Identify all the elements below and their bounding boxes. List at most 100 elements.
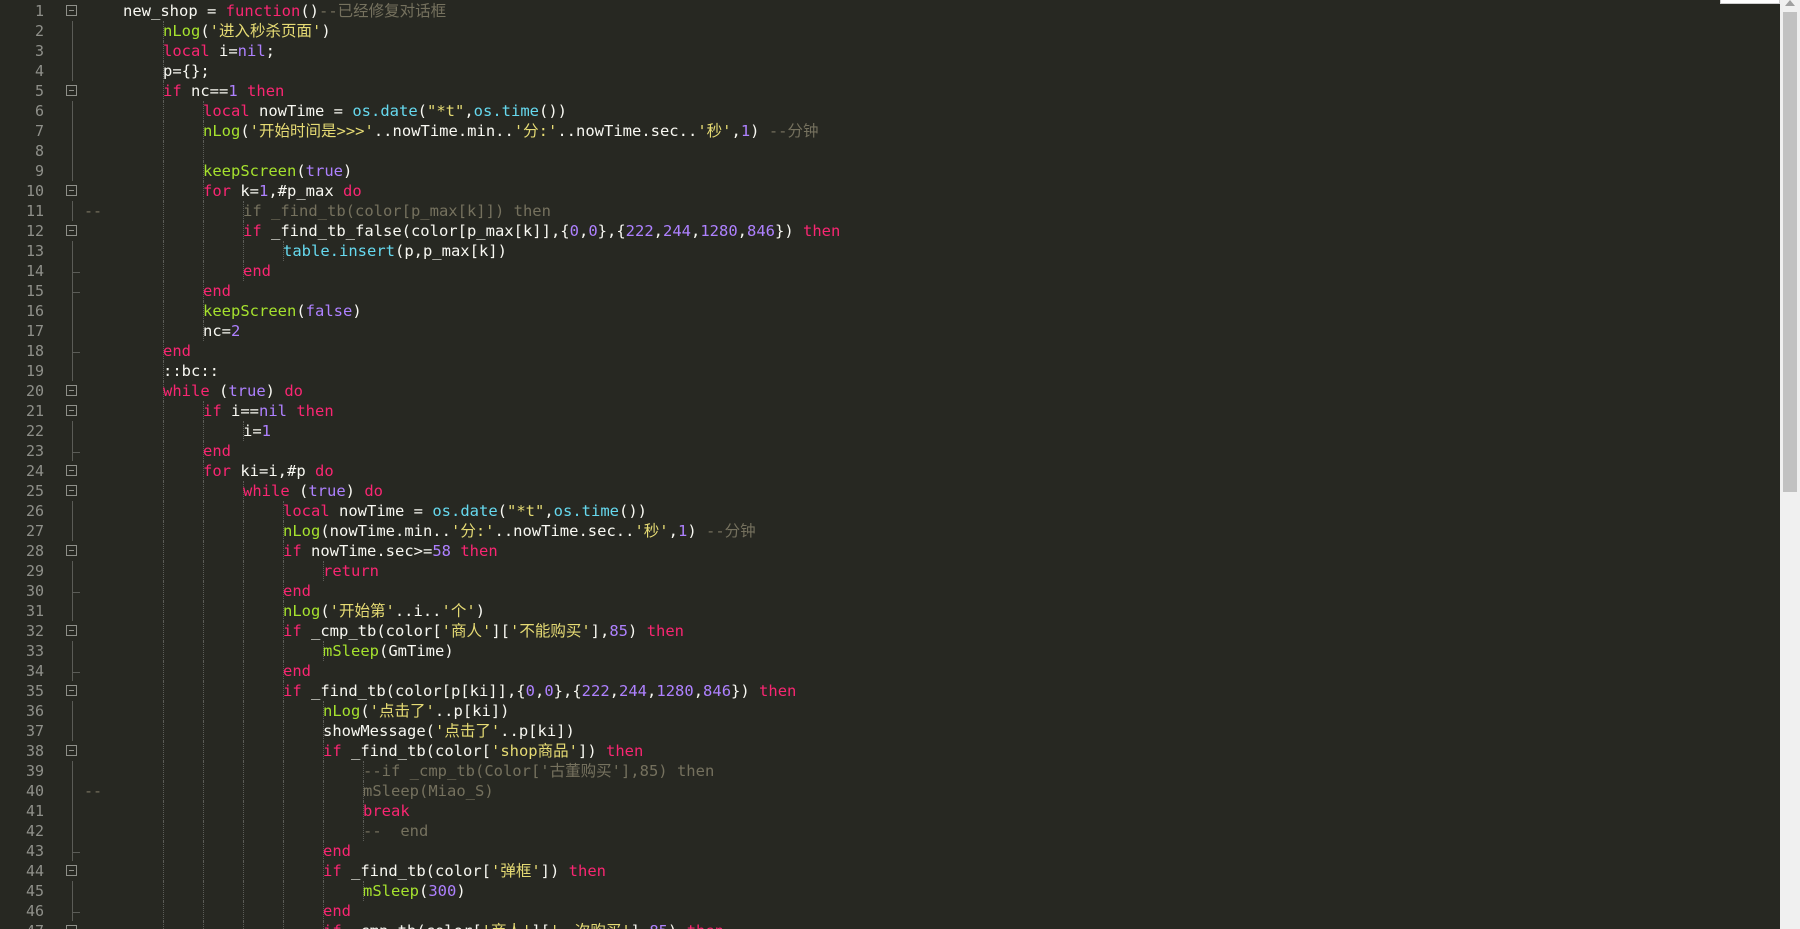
code-line[interactable]: if _cmp_tb(color['商人']['一次购买'],85) then	[323, 921, 724, 929]
code-token: nil	[259, 402, 287, 420]
code-line[interactable]: local i=nil;	[163, 41, 275, 61]
code-line[interactable]: table.insert(p,p_max[k])	[283, 241, 507, 261]
code-token: if	[163, 82, 182, 100]
code-line[interactable]: mSleep(300)	[363, 881, 466, 901]
code-line[interactable]: -- end	[363, 821, 428, 841]
code-line[interactable]: mSleep(GmTime)	[323, 641, 454, 661]
indent-guide	[203, 881, 204, 901]
fold-minus-icon[interactable]	[66, 685, 77, 696]
code-token: ::bc::	[163, 362, 219, 380]
line-number: 22	[25, 422, 44, 440]
fold-minus-icon[interactable]	[66, 745, 77, 756]
code-line[interactable]: local nowTime = os.date("*t",os.time())	[283, 501, 647, 521]
code-token: '开始时间是>>>'	[249, 122, 374, 140]
code-line[interactable]: while (true) do	[243, 481, 383, 501]
fold-minus-icon[interactable]	[66, 225, 77, 236]
code-line[interactable]: end	[283, 581, 311, 601]
code-line[interactable]: keepScreen(true)	[203, 161, 352, 181]
code-line[interactable]: nLog('点击了'..p[ki])	[323, 701, 510, 721]
scroll-up-arrow-icon[interactable]	[1785, 0, 1795, 6]
fold-minus-icon[interactable]	[66, 625, 77, 636]
code-line[interactable]: showMessage('点击了'..p[ki])	[323, 721, 575, 741]
code-line[interactable]: break	[363, 801, 410, 821]
code-token: ,	[609, 682, 620, 700]
fold-minus-icon[interactable]	[66, 385, 77, 396]
code-token: --已经修复对话框	[318, 2, 447, 20]
code-line[interactable]: end	[323, 841, 351, 861]
fold-minus-icon[interactable]	[66, 865, 77, 876]
code-token: i=	[209, 42, 238, 60]
code-line[interactable]: if _find_tb_false(color[p_max[k]],{0,0},…	[243, 221, 840, 241]
code-line[interactable]: --if _cmp_tb(Color['古董购买'],85) then	[363, 761, 714, 781]
code-line[interactable]: if _cmp_tb(color['商人']['不能购买'],85) then	[283, 621, 684, 641]
code-line[interactable]: if nc==1 then	[163, 81, 284, 101]
fold-gutter-line	[72, 521, 73, 541]
code-token: )	[475, 602, 486, 620]
code-line[interactable]: nc=2	[203, 321, 240, 341]
code-line[interactable]: end	[203, 281, 231, 301]
fold-minus-icon[interactable]	[66, 185, 77, 196]
code-line[interactable]: keepScreen(false)	[203, 301, 362, 321]
code-token: local	[283, 502, 330, 520]
code-token: then	[605, 742, 644, 760]
code-line[interactable]: nLog('开始第'..i..'个')	[283, 601, 485, 621]
indent-guide	[163, 401, 164, 421]
fold-minus-icon[interactable]	[66, 545, 77, 556]
indent-guide	[243, 541, 244, 561]
indent-guide	[323, 821, 324, 841]
indent-guide	[203, 621, 204, 641]
code-token: ,	[693, 682, 704, 700]
code-line[interactable]: p={};	[163, 61, 210, 81]
code-line[interactable]: local nowTime = os.date("*t",os.time())	[203, 101, 567, 121]
code-line[interactable]: end	[323, 901, 351, 921]
code-token: },{	[597, 222, 626, 240]
line-number: 13	[25, 242, 44, 260]
code-editor[interactable]: 1 new_shop = function()--已经修复对话框 2 nLog('进入…	[0, 0, 1780, 929]
fold-minus-icon[interactable]	[66, 485, 77, 496]
code-line[interactable]: if _find_tb(color[p[ki]],{0,0},{222,244,…	[283, 681, 796, 701]
fold-end-marker	[72, 912, 80, 913]
code-token: (	[240, 122, 250, 140]
fold-gutter-line	[72, 661, 73, 681]
code-token: if	[283, 542, 302, 560]
code-token: if	[323, 742, 342, 760]
code-line[interactable]: new_shop = function()--已经修复对话框	[123, 1, 446, 21]
code-token: )	[456, 882, 466, 900]
code-line[interactable]: end	[243, 261, 271, 281]
code-token: true	[308, 482, 346, 500]
code-line[interactable]: nLog('进入秒杀页面')	[163, 21, 331, 41]
fold-gutter-line	[72, 161, 73, 181]
code-token: 0	[588, 222, 598, 240]
code-line[interactable]: if _find_tb(color['shop商品']) then	[323, 741, 643, 761]
code-line[interactable]: if nowTime.sec>=58 then	[283, 541, 498, 561]
fold-minus-icon[interactable]	[66, 5, 77, 16]
fold-minus-icon[interactable]	[66, 405, 77, 416]
code-line[interactable]: i=1	[243, 421, 271, 441]
code-line[interactable]: if _find_tb(color[p_max[k]]) then	[243, 201, 551, 221]
code-line[interactable]: ::bc::	[163, 361, 219, 381]
indent-guide	[243, 601, 244, 621]
code-line[interactable]: if _find_tb(color['弹框']) then	[323, 861, 606, 881]
code-line[interactable]: nLog('开始时间是>>>'..nowTime.min..'分:'..nowT…	[203, 121, 819, 141]
code-token: (	[209, 382, 229, 400]
fold-minus-icon[interactable]	[66, 465, 77, 476]
code-line[interactable]: end	[163, 341, 191, 361]
code-line[interactable]: return	[323, 561, 379, 581]
code-line[interactable]: end	[203, 441, 231, 461]
vertical-scrollbar[interactable]	[1780, 0, 1800, 929]
code-token: (GmTime)	[379, 642, 454, 660]
line-number: 43	[25, 842, 44, 860]
fold-minus-icon[interactable]	[66, 925, 77, 929]
code-line[interactable]: while (true) do	[163, 381, 303, 401]
scrollbar-thumb[interactable]	[1783, 12, 1797, 492]
code-line[interactable]: nLog(nowTime.min..'分:'..nowTime.sec..'秒'…	[283, 521, 756, 541]
fold-minus-icon[interactable]	[66, 85, 77, 96]
code-token: 846	[747, 222, 776, 240]
code-line[interactable]: if i==nil then	[203, 401, 334, 421]
code-line[interactable]: for ki=i,#p do	[203, 461, 334, 481]
code-line[interactable]: end	[283, 661, 311, 681]
code-line[interactable]: for k=1,#p_max do	[203, 181, 362, 201]
code-line[interactable]: mSleep(Miao_S)	[363, 781, 494, 801]
indent-guide	[163, 561, 164, 581]
code-token: keepScreen	[203, 162, 297, 180]
